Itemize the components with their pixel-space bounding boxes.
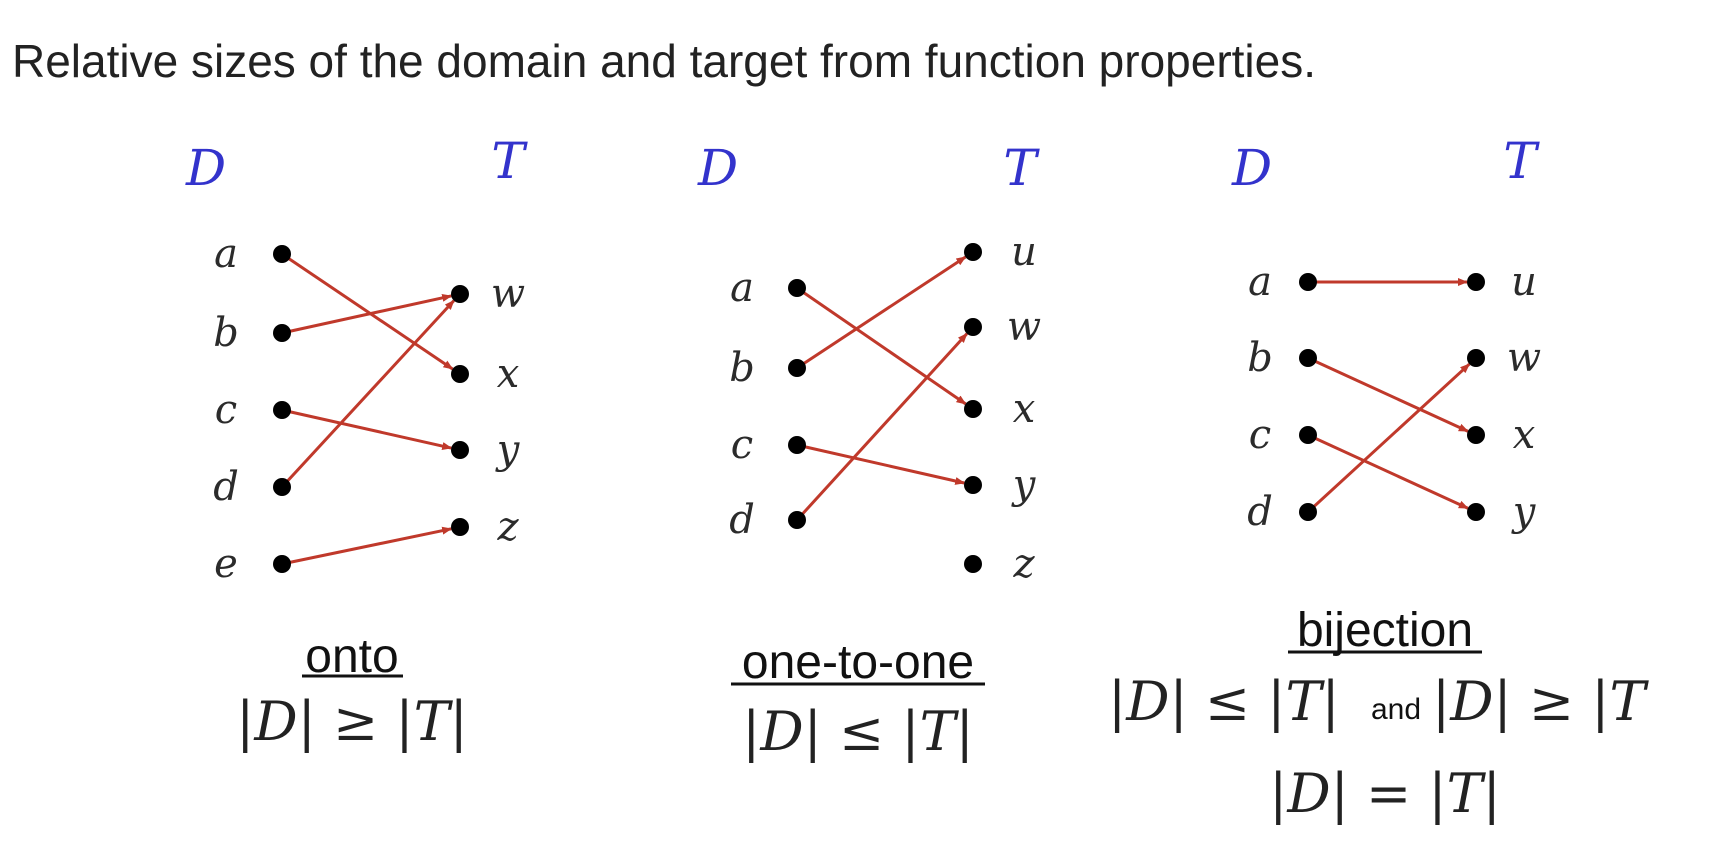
onto-arrow-b-to-w [281,293,453,335]
onto-arrow-a-to-x [281,252,454,371]
onto-nodes: abcde wxyz [213,231,525,587]
onto-domain-header: D [185,139,226,197]
bijection-relation-right: |D| ≥ |T [1432,670,1649,733]
bijection-relation-joiner: and [1371,693,1421,726]
bijection-target-label-u: u [1511,259,1537,305]
one-to-one-edges [795,255,969,522]
bijection-relation-left: |D| ≤ |T| [1108,670,1340,733]
one-to-one-diagram: D T abcd uwxyz one-to-one |D| ≤ |T| [697,139,1041,763]
one-to-one-title: one-to-one [742,636,974,689]
bijection-edges [1306,278,1471,514]
one-to-one-arrow-d-to-w [795,332,969,522]
one-to-one-domain-header: D [697,139,738,197]
bijection-target-label-x: x [1513,412,1536,458]
onto-target-dot-y [451,441,469,459]
onto-target-dot-x [451,365,469,383]
one-to-one-nodes: abcd uwxyz [729,229,1041,587]
onto-target-header: T [491,132,528,190]
one-to-one-arrow-a-to-x [796,286,967,406]
bijection-target-header: T [1503,132,1540,190]
bijection-arrow-d-to-w [1306,362,1471,514]
bijection-target-label-y: y [1511,489,1537,535]
onto-target-dot-z [451,518,469,536]
bijection-domain-dot-a [1299,273,1317,291]
one-to-one-domain-label-d: d [729,497,755,543]
onto-arrow-c-to-y [281,408,453,450]
one-to-one-domain-dot-d [788,511,806,529]
onto-domain-label-e: e [214,541,238,587]
bijection-arrow-c-to-y [1307,433,1469,510]
bijection-relation-equal: |D| = |T| [1269,762,1501,825]
bijection-target-label-w: w [1507,335,1541,381]
one-to-one-domain-label-b: b [729,345,755,391]
one-to-one-arrow-b-to-u [796,255,967,370]
bijection-domain-label-b: b [1247,335,1273,381]
onto-domain-label-b: b [213,310,239,356]
bijection-domain-dot-d [1299,503,1317,521]
bijection-domain-label-d: d [1247,489,1273,535]
bijection-title: bijection [1297,604,1473,657]
bijection-arrow-b-to-x [1307,356,1469,433]
bijection-target-dot-y [1467,503,1485,521]
onto-target-dot-w [451,285,469,303]
one-to-one-target-label-z: z [1012,541,1035,587]
bijection-domain-header: D [1231,139,1272,197]
onto-target-label-w: w [491,271,525,317]
bijection-domain-label-c: c [1249,412,1271,458]
bijection-domain-dot-b [1299,349,1317,367]
onto-domain-label-a: a [214,231,238,277]
onto-target-label-x: x [497,351,520,397]
bijection-diagram: D T abcd uwxy bijection |D| ≤ |T| and |D|… [1108,132,1649,825]
one-to-one-relation: |D| ≤ |T| [742,700,974,763]
onto-domain-dot-d [273,478,291,496]
one-to-one-target-dot-u [964,243,982,261]
onto-relation: |D| ≥ |T| [236,690,468,753]
one-to-one-target-header: T [1003,139,1040,197]
one-to-one-target-dot-x [964,400,982,418]
onto-domain-dot-e [273,555,291,573]
one-to-one-target-label-w: w [1007,304,1041,350]
one-to-one-target-label-x: x [1013,386,1036,432]
one-to-one-target-label-u: u [1011,229,1037,275]
onto-edges [280,252,456,566]
onto-domain-label-c: c [215,387,237,433]
onto-domain-dot-a [273,245,291,263]
bijection-domain-dot-c [1299,426,1317,444]
one-to-one-arrow-c-to-y [796,443,966,485]
one-to-one-domain-label-a: a [730,265,754,311]
one-to-one-domain-dot-a [788,279,806,297]
onto-domain-dot-c [273,401,291,419]
function-diagrams: D T abcdewxyz onto |D| ≥ |T| D T abcduwx… [185,132,1649,825]
bijection-domain-label-a: a [1248,259,1272,305]
onto-target-label-y: y [495,427,521,473]
one-to-one-target-label-y: y [1011,462,1037,508]
onto-domain-label-d: d [213,464,239,510]
one-to-one-target-dot-z [964,555,982,573]
one-to-one-domain-dot-b [788,359,806,377]
bijection-target-dot-w [1467,349,1485,367]
onto-target-label-z: z [496,504,519,550]
onto-arrow-e-to-z [281,526,453,566]
one-to-one-target-dot-w [964,318,982,336]
bijection-target-dot-u [1467,273,1485,291]
one-to-one-domain-dot-c [788,436,806,454]
bijection-target-dot-x [1467,426,1485,444]
one-to-one-domain-label-c: c [731,422,753,468]
onto-diagram: D T abcdewxyz onto |D| ≥ |T| [185,132,528,753]
onto-domain-dot-b [273,324,291,342]
one-to-one-target-dot-y [964,476,982,494]
